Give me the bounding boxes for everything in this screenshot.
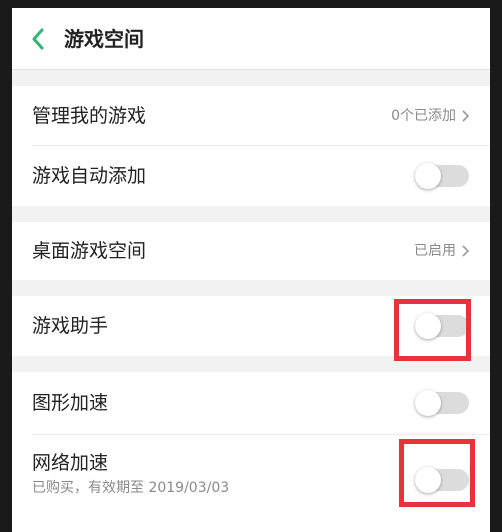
toggle-knob (415, 163, 441, 189)
chevron-right-icon (462, 245, 470, 257)
desktop-space-label: 桌面游戏空间 (32, 240, 147, 262)
page-title: 游戏空间 (64, 27, 144, 51)
game-assistant-label: 游戏助手 (32, 315, 109, 337)
auto-add-label: 游戏自动添加 (32, 165, 147, 187)
screen: 游戏空间 管理我的游戏 0个已添加 游戏自动添加 桌面游戏空间 已启用 游戏助手… (12, 8, 490, 532)
manage-games-label: 管理我的游戏 (32, 105, 147, 127)
highlight-box (399, 439, 475, 507)
graphics-accel-row: 图形加速 (12, 372, 490, 434)
network-accel-subtitle: 已购买，有效期至 2019/03/03 (32, 480, 230, 496)
manage-games-count: 0个已添加 (391, 108, 456, 124)
settings-group-games: 管理我的游戏 0个已添加 游戏自动添加 (12, 86, 490, 206)
toggle-knob (415, 390, 441, 416)
desktop-space-status: 已启用 (414, 243, 456, 259)
desktop-space-row[interactable]: 桌面游戏空间 已启用 (12, 222, 490, 280)
chevron-right-icon (462, 110, 470, 122)
chevron-left-icon (32, 28, 44, 50)
graphics-accel-label: 图形加速 (32, 392, 109, 414)
highlight-box (394, 299, 471, 361)
graphics-accel-toggle[interactable] (415, 390, 469, 416)
auto-add-toggle[interactable] (415, 163, 469, 189)
back-button[interactable] (26, 24, 50, 54)
manage-games-row[interactable]: 管理我的游戏 0个已添加 (12, 86, 490, 146)
settings-group-desktop: 桌面游戏空间 已启用 (12, 222, 490, 280)
auto-add-row: 游戏自动添加 (12, 146, 490, 206)
network-accel-label: 网络加速 (32, 452, 109, 474)
app-header: 游戏空间 (12, 8, 490, 70)
